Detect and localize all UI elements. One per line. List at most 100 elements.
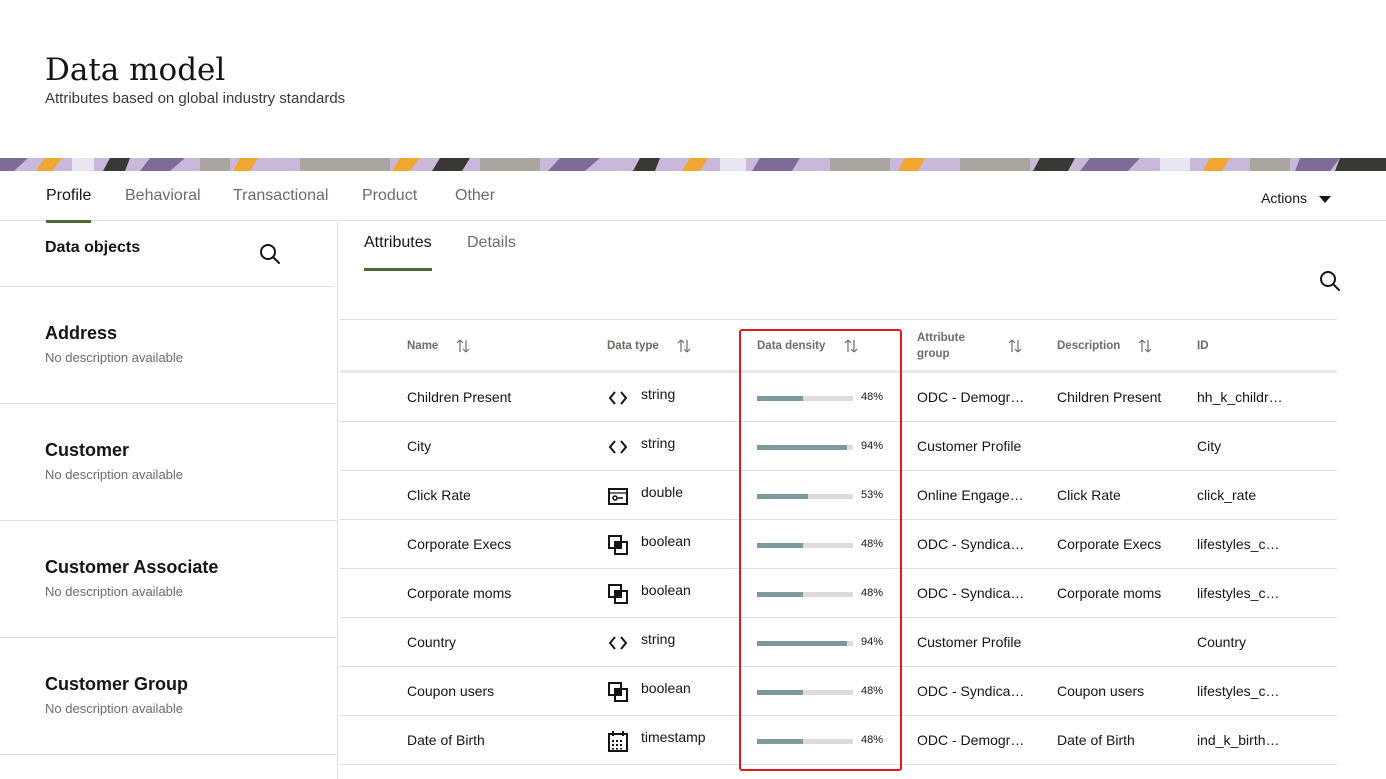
- data-object-description: No description available: [45, 467, 184, 482]
- data-objects-sidebar: Data objects Address No description avai…: [0, 222, 338, 779]
- density-bar-fill: [757, 396, 804, 401]
- sidebar-title: Data objects: [45, 239, 141, 256]
- cell-description: Click Rate: [1057, 487, 1121, 503]
- sidebar-header: Data objects: [0, 222, 334, 287]
- actions-menu-button[interactable]: Actions: [1261, 171, 1331, 225]
- sort-icon[interactable]: [1138, 338, 1152, 354]
- sort-icon[interactable]: [1008, 338, 1022, 354]
- sort-icon[interactable]: [677, 338, 691, 354]
- tab-other[interactable]: Other: [455, 171, 495, 221]
- cell-attribute-group: ODC - Syndica…: [917, 536, 1025, 552]
- column-header-attribute-group[interactable]: Attribute group: [917, 320, 965, 372]
- cell-data-type: timestamp: [641, 729, 706, 745]
- cell-name[interactable]: Coupon users: [407, 667, 597, 715]
- cell-data-type: boolean: [641, 533, 691, 549]
- cell-density-percent: 48%: [861, 587, 884, 599]
- data-object-description: No description available: [45, 584, 184, 599]
- page-title: Data model: [45, 52, 226, 88]
- table-row[interactable]: Corporate moms boolean 48% ODC - Syndica… Co…: [340, 569, 1337, 618]
- cell-density-percent: 48%: [861, 391, 884, 403]
- data-object-customer-group[interactable]: Customer Group No description available: [0, 638, 337, 755]
- calendar-icon: [608, 731, 628, 752]
- cell-name[interactable]: Date of Birth: [407, 716, 597, 764]
- tab-attributes[interactable]: Attributes: [364, 234, 432, 271]
- data-object-description: No description available: [45, 701, 184, 716]
- cell-description: Coupon users: [1057, 683, 1145, 699]
- cell-description: [1057, 422, 1182, 470]
- table-row[interactable]: City string 94% Customer Profile City: [340, 422, 1337, 471]
- decorative-banner: [0, 158, 1386, 171]
- cell-id: lifestyles_c…: [1197, 683, 1280, 699]
- boolean-icon: [608, 535, 628, 555]
- cell-attribute-group: ODC - Demogr…: [917, 389, 1025, 405]
- cell-name[interactable]: City: [407, 422, 597, 470]
- cell-attribute-group: Customer Profile: [917, 634, 1022, 650]
- density-bar: [757, 543, 853, 548]
- density-bar-fill: [757, 641, 848, 646]
- data-object-name: Customer Group: [45, 674, 189, 694]
- boolean-icon: [608, 584, 628, 604]
- sort-icon[interactable]: [844, 338, 858, 354]
- table-row[interactable]: Click Rate double 53% Online Engage… Click R…: [340, 471, 1337, 520]
- code-icon: [608, 636, 628, 650]
- tab-product[interactable]: Product: [362, 171, 417, 221]
- cell-description: Corporate moms: [1057, 585, 1162, 601]
- cell-name[interactable]: Click Rate: [407, 471, 597, 519]
- column-header-id[interactable]: ID: [1197, 320, 1209, 372]
- table-row[interactable]: Children Present string 48% ODC - Demogr… Ch…: [340, 373, 1337, 422]
- table-row[interactable]: Date of Birth timestamp 48% ODC - Demogr… Da…: [340, 716, 1337, 765]
- cell-data-type: string: [641, 435, 676, 451]
- table-row[interactable]: Corporate Execs boolean 48% ODC - Syndica… C…: [340, 520, 1337, 569]
- tab-behavioral[interactable]: Behavioral: [125, 171, 201, 221]
- column-header-data-type[interactable]: Data type: [607, 320, 659, 372]
- cell-attribute-group: ODC - Demogr…: [917, 732, 1025, 748]
- density-bar-fill: [757, 739, 804, 744]
- density-bar-fill: [757, 690, 804, 695]
- data-object-name: Address: [45, 323, 118, 343]
- column-header-attribute-group-line1: Attribute: [917, 332, 965, 344]
- data-object-description: No description available: [45, 350, 184, 365]
- number-icon: [608, 488, 628, 505]
- caret-down-icon: [1319, 195, 1331, 203]
- cell-id: ind_k_birth…: [1197, 732, 1280, 748]
- tab-details[interactable]: Details: [467, 234, 516, 268]
- tab-transactional[interactable]: Transactional: [233, 171, 328, 221]
- cell-data-type: boolean: [641, 680, 691, 696]
- column-header-name[interactable]: Name: [407, 320, 438, 372]
- sort-icon[interactable]: [456, 338, 470, 354]
- cell-data-type: string: [641, 386, 676, 402]
- cell-description: Date of Birth: [1057, 732, 1135, 748]
- actions-label: Actions: [1261, 190, 1307, 206]
- cell-density-percent: 48%: [861, 685, 884, 697]
- data-object-name: Customer: [45, 440, 130, 460]
- boolean-icon: [608, 682, 628, 702]
- tab-profile[interactable]: Profile: [46, 171, 92, 223]
- data-object-customer[interactable]: Customer No description available: [0, 404, 337, 521]
- cell-data-type: boolean: [641, 582, 691, 598]
- table-row[interactable]: Country string 94% Customer Profile Country: [340, 618, 1337, 667]
- code-icon: [608, 440, 628, 454]
- density-bar: [757, 690, 853, 695]
- density-bar-fill: [757, 445, 848, 450]
- column-header-data-density[interactable]: Data density: [757, 320, 825, 372]
- sub-tab-bar: Attributes Details: [338, 222, 1386, 272]
- data-object-address[interactable]: Address No description available: [0, 287, 337, 404]
- attributes-table: Name Data type Data density Attribute gr…: [340, 319, 1337, 765]
- data-object-customer-associate[interactable]: Customer Associate No description availa…: [0, 521, 337, 638]
- cell-density-percent: 94%: [861, 440, 884, 452]
- cell-name[interactable]: Corporate moms: [407, 569, 597, 617]
- cell-id: lifestyles_c…: [1197, 585, 1280, 601]
- cell-id: City: [1197, 438, 1222, 454]
- cell-name[interactable]: Children Present: [407, 373, 597, 421]
- cell-data-type: double: [641, 484, 684, 500]
- search-icon[interactable]: [1318, 269, 1342, 293]
- density-bar: [757, 641, 853, 646]
- density-bar: [757, 592, 853, 597]
- table-row[interactable]: Coupon users boolean 48% ODC - Syndica… Coup…: [340, 667, 1337, 716]
- cell-name[interactable]: Corporate Execs: [407, 520, 597, 568]
- cell-density-percent: 48%: [861, 538, 884, 550]
- cell-name[interactable]: Country: [407, 618, 597, 666]
- column-header-description[interactable]: Description: [1057, 320, 1120, 372]
- search-icon[interactable]: [258, 242, 282, 266]
- density-bar-fill: [757, 494, 808, 499]
